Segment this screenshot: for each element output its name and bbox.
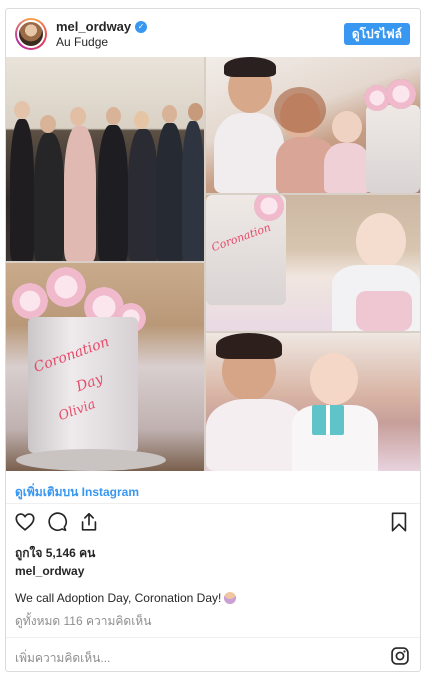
princess-emoji-icon xyxy=(224,592,237,604)
action-bar xyxy=(14,511,100,533)
username-row: mel_ordway ✓ xyxy=(56,19,148,34)
instagram-embed-card: mel_ordway ✓ Au Fudge ดูโปรไฟล์ Coronati… xyxy=(5,8,421,672)
post-header: mel_ordway ✓ Au Fudge ดูโปรไฟล์ xyxy=(6,9,420,57)
verified-badge-icon: ✓ xyxy=(135,20,148,33)
share-icon[interactable] xyxy=(78,511,100,533)
caption-body: We call Adoption Day, Coronation Day! xyxy=(15,591,222,605)
divider xyxy=(6,503,420,504)
add-comment-bar: เพิ่มความคิดเห็น... xyxy=(6,637,420,671)
view-more-on-instagram-link[interactable]: ดูเพิ่มเติมบน Instagram xyxy=(15,483,139,502)
username-link[interactable]: mel_ordway xyxy=(56,19,131,34)
man-baby-gift-photo xyxy=(206,333,420,471)
likes-count[interactable]: ถูกใจ 5,146 คน xyxy=(15,544,95,563)
caption-text: We call Adoption Day, Coronation Day! xyxy=(15,591,237,605)
cake-closeup-photo: Coronation Day Olivia xyxy=(6,263,204,471)
add-comment-input[interactable]: เพิ่มความคิดเห็น... xyxy=(15,649,110,668)
avatar[interactable] xyxy=(15,18,47,50)
group-photo xyxy=(6,57,204,261)
location-link[interactable]: Au Fudge xyxy=(56,35,108,49)
cake-baby-photo: Coronation xyxy=(206,195,420,331)
comment-icon[interactable] xyxy=(46,511,68,533)
heart-icon[interactable] xyxy=(14,511,36,533)
view-profile-button[interactable]: ดูโปรไฟล์ xyxy=(343,23,410,45)
avatar-image xyxy=(17,20,45,48)
bookmark-icon[interactable] xyxy=(388,511,410,533)
instagram-icon[interactable] xyxy=(390,646,410,666)
view-all-comments-link[interactable]: ดูทั้งหมด 116 ความคิดเห็น xyxy=(15,612,151,631)
couple-baby-cake-photo xyxy=(206,57,420,193)
caption-username-link[interactable]: mel_ordway xyxy=(15,564,84,578)
post-image-collage[interactable]: Coronation Coronation Day Olivia xyxy=(6,57,420,471)
